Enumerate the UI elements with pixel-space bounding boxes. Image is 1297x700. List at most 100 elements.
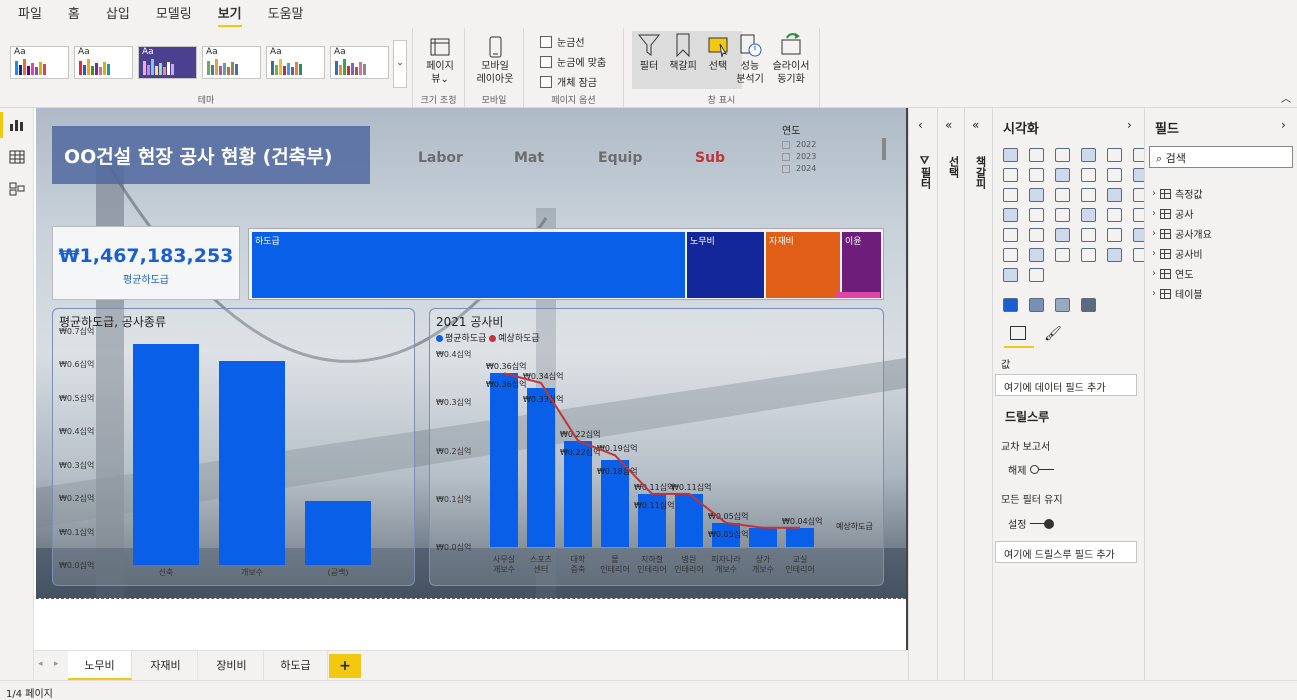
tab-file[interactable]: 파일 <box>18 3 42 28</box>
collapse-fields-icon[interactable]: › <box>1281 118 1286 132</box>
collapse-ribbon-icon[interactable]: ︿ <box>1281 90 1291 105</box>
format-visual-icon[interactable]: 🖌 <box>1044 326 1062 342</box>
visual-type-icon[interactable] <box>1081 188 1096 202</box>
visual-type-icon[interactable] <box>1003 228 1018 242</box>
tab-modeling[interactable]: 모델링 <box>156 3 192 28</box>
expand-selection-icon[interactable]: « <box>945 118 952 132</box>
chart-subcontract-by-type[interactable]: 평균하도급, 공사종류 ₩0.0십억 ₩0.1십억 ₩0.2십억 ₩0.3십억 ₩0.4… <box>52 308 415 586</box>
filter-pane-collapsed[interactable]: ‹ ⛛필터 <box>908 108 937 680</box>
visual-type-icon[interactable] <box>1107 248 1122 262</box>
visual-type-icon[interactable] <box>1081 168 1096 182</box>
visual-type-icon[interactable] <box>1003 298 1018 312</box>
page-tab-labor[interactable]: 노무비 <box>68 651 132 681</box>
page-view-button[interactable]: 페이지 뷰⌄ <box>423 36 457 86</box>
filter-pane-button[interactable]: 필터 <box>634 32 664 73</box>
visual-type-icon[interactable] <box>1029 268 1044 282</box>
performance-analyzer-button[interactable]: 성능 분석기 <box>734 32 766 86</box>
treemap-cell[interactable]: 자재비 <box>766 232 840 298</box>
slicer-scrollbar[interactable] <box>882 138 886 160</box>
visual-type-icon[interactable] <box>1107 228 1122 242</box>
drillthrough-well[interactable]: 여기에 드릴스루 필드 추가 <box>995 541 1137 563</box>
visual-type-icon[interactable] <box>1055 148 1070 162</box>
field-item[interactable]: › 공사개요 <box>1152 226 1212 241</box>
visual-type-icon[interactable] <box>1107 208 1122 222</box>
bar[interactable] <box>219 361 285 565</box>
field-item[interactable]: › 테이블 <box>1152 286 1203 301</box>
visual-type-icon[interactable] <box>1029 168 1044 182</box>
lock-objects-checkbox[interactable]: 개체 잠금 <box>540 74 597 89</box>
visual-type-icon[interactable] <box>1081 298 1096 312</box>
keep-filters-toggle[interactable]: 설정 <box>1008 516 1055 531</box>
selection-pane-button[interactable]: 선택 <box>702 32 734 73</box>
bar[interactable] <box>749 527 777 547</box>
build-visual-icon[interactable] <box>1010 326 1026 340</box>
tab-view[interactable]: 보기 <box>217 3 242 28</box>
theme-3[interactable]: Aa <box>138 46 197 79</box>
tab-help[interactable]: 도움말 <box>268 3 304 28</box>
theme-6[interactable]: Aa <box>330 46 389 79</box>
chart-2021-costs[interactable]: 2021 공사비 평균하도급 예상하도급 ₩0.0십억 ₩0.1십억 ₩0.2십억 ₩… <box>429 308 884 586</box>
visual-type-icon[interactable] <box>1081 208 1096 222</box>
visual-type-icon[interactable] <box>1107 148 1122 162</box>
visual-type-icon[interactable] <box>1029 228 1044 242</box>
year-option[interactable]: 2023 <box>782 152 862 161</box>
sync-slicers-button[interactable]: 슬라이서 동기화 <box>768 32 814 86</box>
bar[interactable] <box>490 373 518 547</box>
bar[interactable] <box>527 387 555 547</box>
nav-mat-button[interactable]: Mat <box>514 150 544 166</box>
values-well[interactable]: 여기에 데이터 필드 추가 <box>995 374 1137 396</box>
year-option[interactable]: 2024 <box>782 164 862 173</box>
visual-type-icon[interactable] <box>1003 148 1018 162</box>
field-item[interactable]: › 연도 <box>1152 266 1193 281</box>
expand-bookmark-icon[interactable]: « <box>972 118 979 132</box>
snap-to-grid-checkbox[interactable]: 눈금에 맞춤 <box>540 54 606 69</box>
field-item[interactable]: › 공사 <box>1152 206 1193 221</box>
visual-type-icon[interactable] <box>1081 228 1096 242</box>
visual-type-icon[interactable] <box>1107 168 1122 182</box>
collapse-viz-icon[interactable]: › <box>1127 118 1132 132</box>
visual-type-icon[interactable] <box>1055 228 1070 242</box>
visual-type-icon[interactable] <box>1055 208 1070 222</box>
model-view-icon[interactable] <box>9 182 25 196</box>
bar[interactable] <box>305 501 371 565</box>
mobile-layout-button[interactable]: 모바일 레이아웃 <box>473 36 517 86</box>
selection-pane-collapsed[interactable]: « 선택 <box>937 108 964 680</box>
bar[interactable] <box>675 493 703 547</box>
report-view-icon[interactable] <box>9 118 25 132</box>
cross-report-toggle[interactable]: 해제 <box>1008 462 1055 477</box>
field-item[interactable]: › 측정값 <box>1152 186 1203 201</box>
nav-equip-button[interactable]: Equip <box>598 150 642 166</box>
bookmark-pane-button[interactable]: 책갈피 <box>664 32 702 73</box>
bar[interactable] <box>133 344 199 565</box>
visual-type-icon[interactable] <box>1003 208 1018 222</box>
themes-expand-icon[interactable]: ⌄ <box>393 40 407 88</box>
visual-type-icon[interactable] <box>1055 188 1070 202</box>
visual-type-icon[interactable] <box>1003 268 1018 282</box>
visual-type-icon[interactable] <box>1107 188 1122 202</box>
visual-type-icon[interactable] <box>1055 298 1070 312</box>
page-nav-next[interactable]: ▸ <box>54 659 59 669</box>
treemap-cell[interactable]: 이윤 <box>842 232 881 298</box>
field-item[interactable]: › 공사비 <box>1152 246 1203 261</box>
page-tab-equipment[interactable]: 장비비 <box>200 651 264 681</box>
visual-type-icon[interactable] <box>1029 208 1044 222</box>
expand-filter-icon[interactable]: ‹ <box>918 118 923 132</box>
visual-type-icon[interactable] <box>1055 248 1070 262</box>
visual-type-icon[interactable] <box>1029 148 1044 162</box>
data-view-icon[interactable] <box>9 150 25 164</box>
tab-home[interactable]: 홈 <box>68 3 80 28</box>
visual-type-icon[interactable] <box>1081 248 1096 262</box>
treemap-cell[interactable]: 노무비 <box>687 232 764 298</box>
nav-labor-button[interactable]: Labor <box>418 150 463 166</box>
fields-search[interactable]: ⌕ 검색 <box>1149 146 1293 168</box>
treemap-cell[interactable]: 하도급 <box>252 232 685 298</box>
page-tab-subcontract[interactable]: 하도급 <box>264 651 328 681</box>
page-nav-prev[interactable]: ◂ <box>38 659 43 669</box>
theme-1[interactable]: Aa <box>10 46 69 79</box>
visual-type-icon[interactable] <box>1055 168 1070 182</box>
visual-type-icon[interactable] <box>1081 148 1096 162</box>
theme-2[interactable]: Aa <box>74 46 133 79</box>
visual-type-icon[interactable] <box>1029 298 1044 312</box>
tab-insert[interactable]: 삽입 <box>106 3 130 28</box>
add-page-button[interactable]: + <box>329 654 361 678</box>
